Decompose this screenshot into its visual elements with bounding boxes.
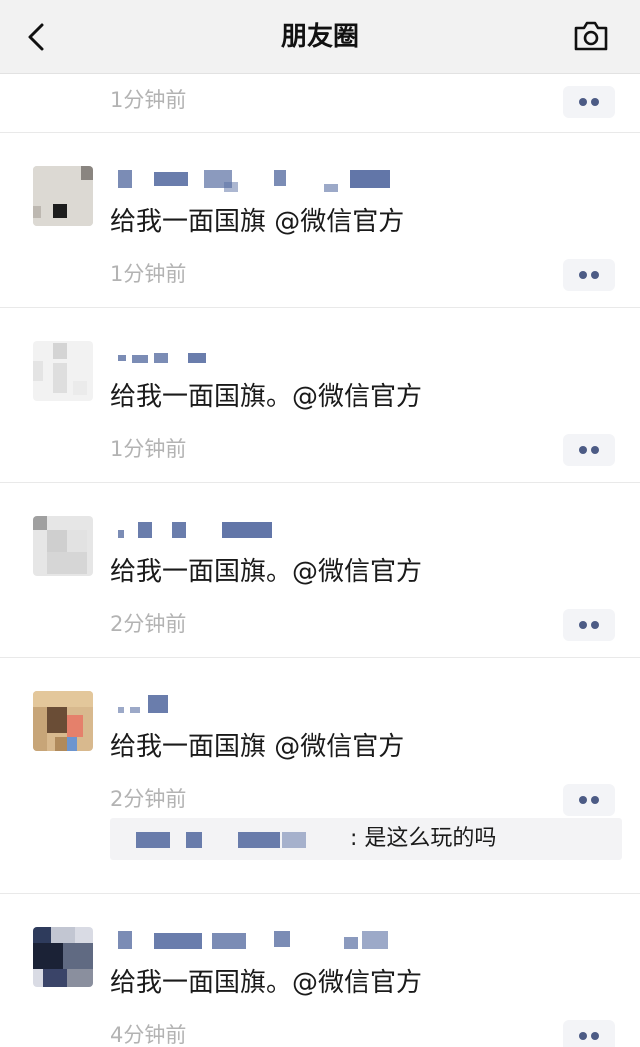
- avatar[interactable]: [33, 341, 93, 401]
- username-mosaic[interactable]: [118, 693, 418, 717]
- comment-box: : 是这么玩的吗: [110, 818, 622, 860]
- avatar[interactable]: [33, 691, 93, 751]
- username-mosaic[interactable]: [118, 518, 418, 542]
- more-actions-button[interactable]: [563, 86, 615, 118]
- post-timestamp: 2分钟前: [110, 787, 187, 811]
- post-content: 给我一面国旗。@微信官方: [110, 382, 423, 412]
- comment-text: : 是这么玩的吗: [350, 826, 497, 851]
- more-actions-button[interactable]: [563, 259, 615, 291]
- post-item: 1分钟前: [0, 74, 640, 133]
- post-timestamp: 2分钟前: [110, 612, 187, 636]
- post-content: 给我一面国旗。@微信官方: [110, 557, 423, 587]
- post-content: 给我一面国旗 @微信官方: [110, 207, 405, 237]
- post-timestamp: 1分钟前: [110, 88, 187, 112]
- camera-icon: [574, 21, 608, 51]
- post-item: 给我一面国旗。@微信官方 2分钟前: [0, 483, 640, 658]
- username-mosaic[interactable]: [118, 168, 418, 192]
- moments-feed: 1分钟前 给我一面国旗 @微信官方 1分钟前 给我一面国旗。@微信官方 1分钟前…: [0, 74, 640, 1047]
- moments-page: 朋友圈 1分钟前 给我一面国旗 @微信官方 1分钟前 给我一面国旗。@微信官方 …: [0, 0, 640, 1047]
- post-timestamp: 1分钟前: [110, 262, 187, 286]
- avatar[interactable]: [33, 166, 93, 226]
- post-item: 给我一面国旗。@微信官方 4分钟前: [0, 894, 640, 1047]
- commenter-name-mosaic[interactable]: [136, 832, 170, 848]
- more-actions-button[interactable]: [563, 784, 615, 816]
- top-bar: 朋友圈: [0, 0, 640, 74]
- avatar[interactable]: [33, 516, 93, 576]
- post-content: 给我一面国旗 @微信官方: [110, 732, 405, 762]
- username-mosaic[interactable]: [118, 343, 418, 367]
- avatar[interactable]: [33, 927, 93, 987]
- post-item: 给我一面国旗。@微信官方 1分钟前: [0, 308, 640, 483]
- post-timestamp: 4分钟前: [110, 1023, 187, 1047]
- post-content: 给我一面国旗。@微信官方: [110, 968, 423, 998]
- post-item: 给我一面国旗 @微信官方 1分钟前: [0, 133, 640, 308]
- page-title: 朋友圈: [280, 22, 359, 52]
- more-actions-button[interactable]: [563, 434, 615, 466]
- post-timestamp: 1分钟前: [110, 437, 187, 461]
- camera-button[interactable]: [572, 19, 610, 53]
- more-actions-button[interactable]: [563, 609, 615, 641]
- username-mosaic[interactable]: [118, 929, 418, 953]
- more-actions-button[interactable]: [563, 1020, 615, 1047]
- post-item: 给我一面国旗 @微信官方 2分钟前 : 是这么玩的吗: [0, 658, 640, 894]
